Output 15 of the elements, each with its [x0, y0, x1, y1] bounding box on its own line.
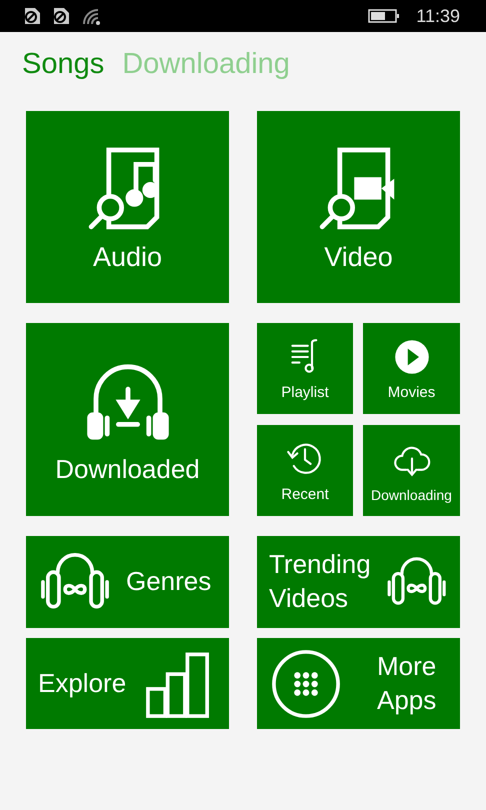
- menu-tile[interactable]: Video: [257, 111, 460, 303]
- battery-icon: [368, 9, 400, 23]
- clock-time: 11:39: [416, 6, 460, 26]
- menu-tile[interactable]: Playlist: [257, 323, 353, 414]
- menu-tile[interactable]: Downloading: [363, 425, 460, 516]
- menu-tile[interactable]: Genres: [26, 536, 229, 628]
- menu-tile[interactable]: More Apps: [257, 638, 460, 729]
- menu-tile[interactable]: Explore: [26, 638, 229, 729]
- wifi-icon: [80, 6, 102, 26]
- pivot-tab[interactable]: Songs: [22, 48, 104, 81]
- menu-tile[interactable]: Trending Videos: [257, 536, 460, 628]
- menu-tile[interactable]: Audio: [26, 111, 229, 303]
- menu-tile[interactable]: Downloaded: [26, 323, 229, 516]
- menu-tile[interactable]: Movies: [363, 323, 460, 414]
- menu-tile[interactable]: Recent: [257, 425, 353, 516]
